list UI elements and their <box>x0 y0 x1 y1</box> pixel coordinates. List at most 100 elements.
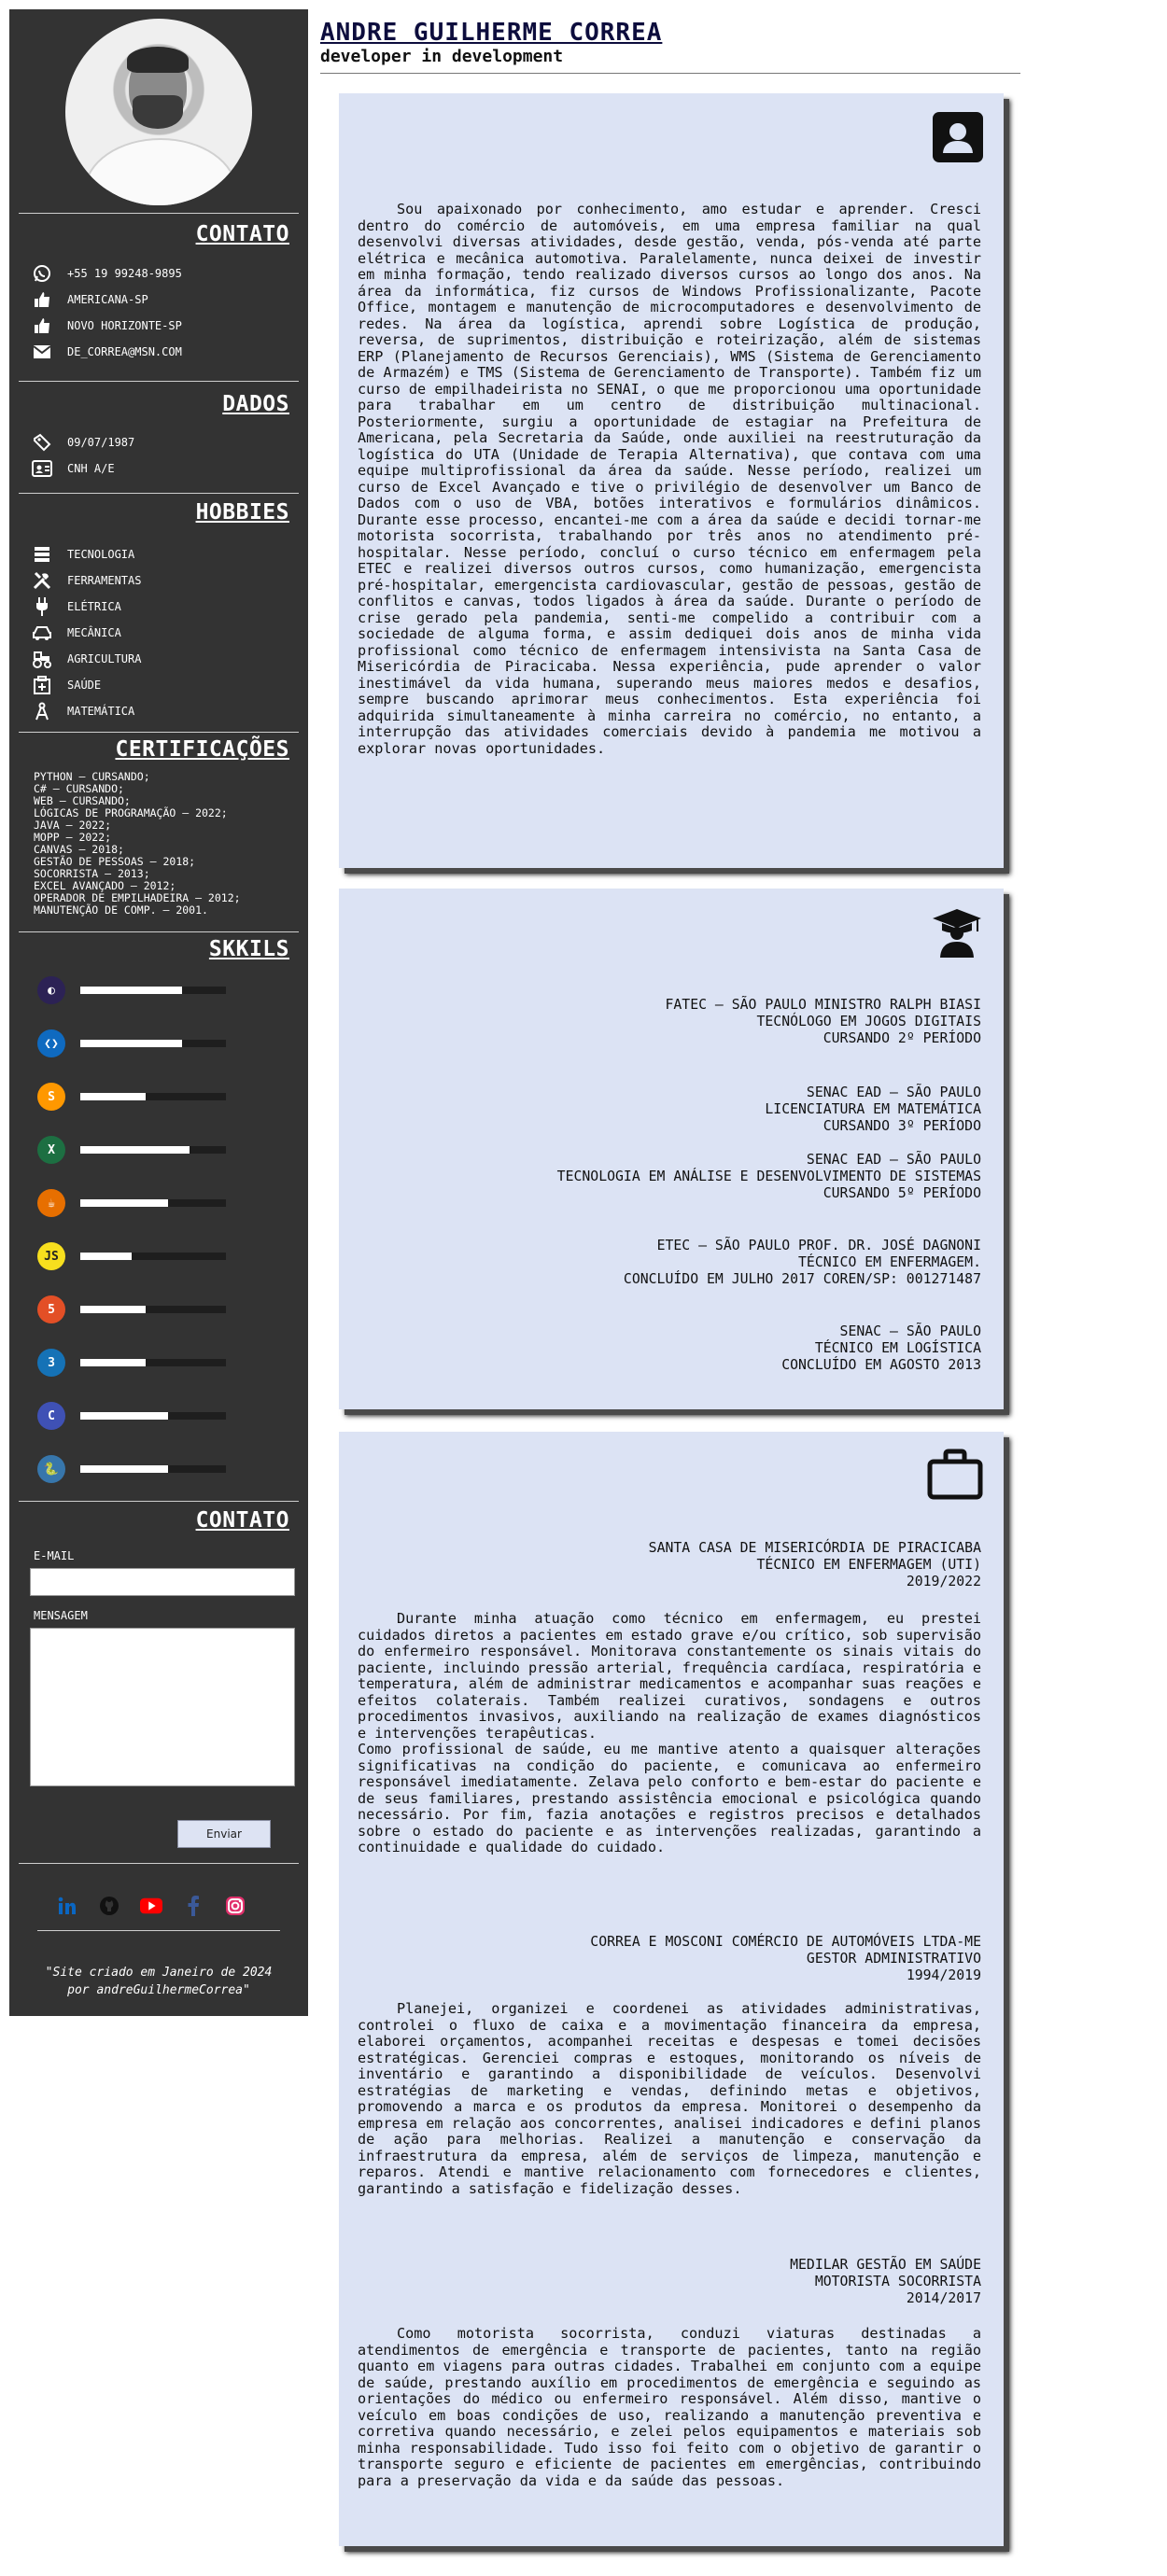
skill-row: C <box>37 1402 280 1430</box>
contact-email[interactable]: DE_CORREA@MSN.COM <box>32 341 182 363</box>
java-icon: ☕ <box>37 1189 65 1217</box>
vscode-icon: ❮❯ <box>37 1029 65 1057</box>
data-title: DADOS <box>222 392 289 416</box>
user-icon <box>933 112 983 166</box>
html5-icon: 5 <box>37 1295 65 1323</box>
experience-role: MOTORISTA SOCORRISTA <box>814 2274 981 2289</box>
hobby-label: MATEMÁTICA <box>67 705 135 718</box>
send-button[interactable]: Enviar <box>177 1820 271 1848</box>
hobby-label: SAÚDE <box>67 679 102 692</box>
skill-level-bar <box>80 1146 226 1154</box>
instagram-icon[interactable] <box>224 1895 246 1917</box>
css3-icon: 3 <box>37 1349 65 1377</box>
skill-level-fill <box>80 1199 168 1207</box>
youtube-icon[interactable] <box>140 1895 162 1917</box>
whatsapp-icon <box>32 263 52 284</box>
education-school: SENAC EAD – SÃO PAULO <box>806 1152 981 1168</box>
hobby-item: FERRAMENTAS <box>32 569 141 592</box>
education-item: SENAC EAD – SÃO PAULO TECNOLOGIA EM ANÁL… <box>557 1152 981 1202</box>
excel-icon: X <box>37 1136 65 1164</box>
contact-city-2-text: NOVO HORIZONTE-SP <box>67 319 182 332</box>
server-icon <box>32 544 52 565</box>
skill-row: S <box>37 1083 280 1111</box>
hobby-item: MATEMÁTICA <box>32 700 134 722</box>
education-status: CURSANDO 3º PERÍODO <box>823 1118 981 1134</box>
hobby-label: MECÂNICA <box>67 626 121 639</box>
linkedin-icon[interactable] <box>56 1895 78 1917</box>
page-title: ANDRE GUILHERME CORREA <box>320 19 663 47</box>
hobby-label: TECNOLOGIA <box>67 548 135 561</box>
education-school: SENAC – SÃO PAULO <box>839 1323 981 1339</box>
hobby-item: AGRICULTURA <box>32 648 141 670</box>
github-icon[interactable] <box>98 1895 120 1917</box>
hobby-item: ELÉTRICA <box>32 595 121 618</box>
about-card: Sou apaixonado por conhecimento, amo est… <box>339 93 1004 868</box>
education-status: CONCLUÍDO EM JULHO 2017 COREN/SP: 001271… <box>623 1271 981 1287</box>
skill-row: ☕ <box>37 1189 280 1217</box>
education-status: CONCLUÍDO EM AGOSTO 2013 <box>781 1357 981 1373</box>
skill-level-bar <box>80 1199 226 1207</box>
id-card-icon <box>32 458 52 479</box>
education-school: SENAC EAD – SÃO PAULO <box>806 1085 981 1100</box>
skill-level-fill <box>80 1253 132 1260</box>
c-language-icon: C <box>37 1402 65 1430</box>
education-course: TÉCNICO EM ENFERMAGEM. <box>798 1254 981 1270</box>
id-tag-icon <box>32 432 52 453</box>
skill-level-bar <box>80 1359 226 1366</box>
contact-phone-text: +55 19 99248-9895 <box>67 267 182 280</box>
education-school: ETEC – SÃO PAULO PROF. DR. JOSÉ DAGNONI <box>656 1238 981 1253</box>
medkit-icon <box>32 675 52 695</box>
contact-phone[interactable]: +55 19 99248-9895 <box>32 262 182 285</box>
experience-company: SANTA CASA DE MISERICÓRDIA DE PIRACICABA <box>648 1540 981 1556</box>
contact-city-1: AMERICANA-SP <box>32 288 148 311</box>
python-icon: 🐍 <box>37 1455 65 1483</box>
experience-description: Durante minha atuação como técnico em en… <box>358 1610 981 1856</box>
about-text: Sou apaixonado por conhecimento, amo est… <box>358 201 981 757</box>
message-field[interactable] <box>30 1628 295 1786</box>
skill-level-bar <box>80 1465 226 1473</box>
experience-header: SANTA CASA DE MISERICÓRDIA DE PIRACICABA… <box>649 1540 981 1590</box>
divider <box>19 732 299 733</box>
credit-line-2: por andreGuilhermeCorrea" <box>67 1983 250 1997</box>
skill-row: JS <box>37 1242 280 1270</box>
experience-description: Planejei, organizei e coordenei as ativi… <box>358 2000 981 2197</box>
skill-level-fill <box>80 1093 147 1100</box>
contact-title: CONTATO <box>195 222 289 246</box>
skill-row: ◐ <box>37 976 280 1004</box>
divider <box>19 1501 299 1502</box>
skill-level-fill <box>80 1465 168 1473</box>
email-label: E-MAIL <box>34 1549 75 1562</box>
experience-role: TÉCNICO EM ENFERMAGEM (UTI) <box>756 1557 981 1573</box>
email-field[interactable] <box>30 1568 295 1596</box>
skill-level-bar <box>80 1412 226 1420</box>
car-icon <box>32 623 52 643</box>
education-item: FATEC – SÃO PAULO MINISTRO RALPH BIASI T… <box>665 997 981 1047</box>
about-paragraph: Sou apaixonado por conhecimento, amo est… <box>358 201 981 757</box>
experience-period: 2019/2022 <box>906 1574 981 1589</box>
message-label: MENSAGEM <box>34 1609 88 1622</box>
thumbs-up-icon <box>32 315 52 336</box>
skill-row: X <box>37 1136 280 1164</box>
divider <box>19 381 299 382</box>
hobby-label: ELÉTRICA <box>67 600 121 613</box>
experience-company: MEDILAR GESTÃO EM SAÚDE <box>790 2257 981 2273</box>
skill-row: 3 <box>37 1349 280 1377</box>
skill-level-fill <box>80 1412 168 1420</box>
skill-row: 5 <box>37 1295 280 1323</box>
site-credit: "Site criado em Janeiro de 2024 por andr… <box>9 1964 308 1999</box>
envelope-icon <box>32 342 52 362</box>
divider <box>37 1930 280 1931</box>
skill-level-bar <box>80 1253 226 1260</box>
data-birthdate-text: 09/07/1987 <box>67 436 135 449</box>
education-item: ETEC – SÃO PAULO PROF. DR. JOSÉ DAGNONI … <box>624 1238 981 1288</box>
avatar <box>65 19 252 205</box>
experience-header: MEDILAR GESTÃO EM SAÚDE MOTORISTA SOCORR… <box>790 2257 981 2307</box>
facebook-icon[interactable] <box>182 1895 204 1917</box>
credit-line-1: "Site criado em Janeiro de 2024 <box>45 1966 273 1980</box>
skill-level-bar <box>80 1093 226 1100</box>
education-card: FATEC – SÃO PAULO MINISTRO RALPH BIASI T… <box>339 889 1004 1409</box>
hobbies-title: HOBBIES <box>195 500 289 525</box>
contact-city-2: NOVO HORIZONTE-SP <box>32 315 182 337</box>
certifications-title: CERTIFICAÇÕES <box>115 737 289 762</box>
experience-paragraph: Durante minha atuação como técnico em en… <box>358 1610 981 1742</box>
